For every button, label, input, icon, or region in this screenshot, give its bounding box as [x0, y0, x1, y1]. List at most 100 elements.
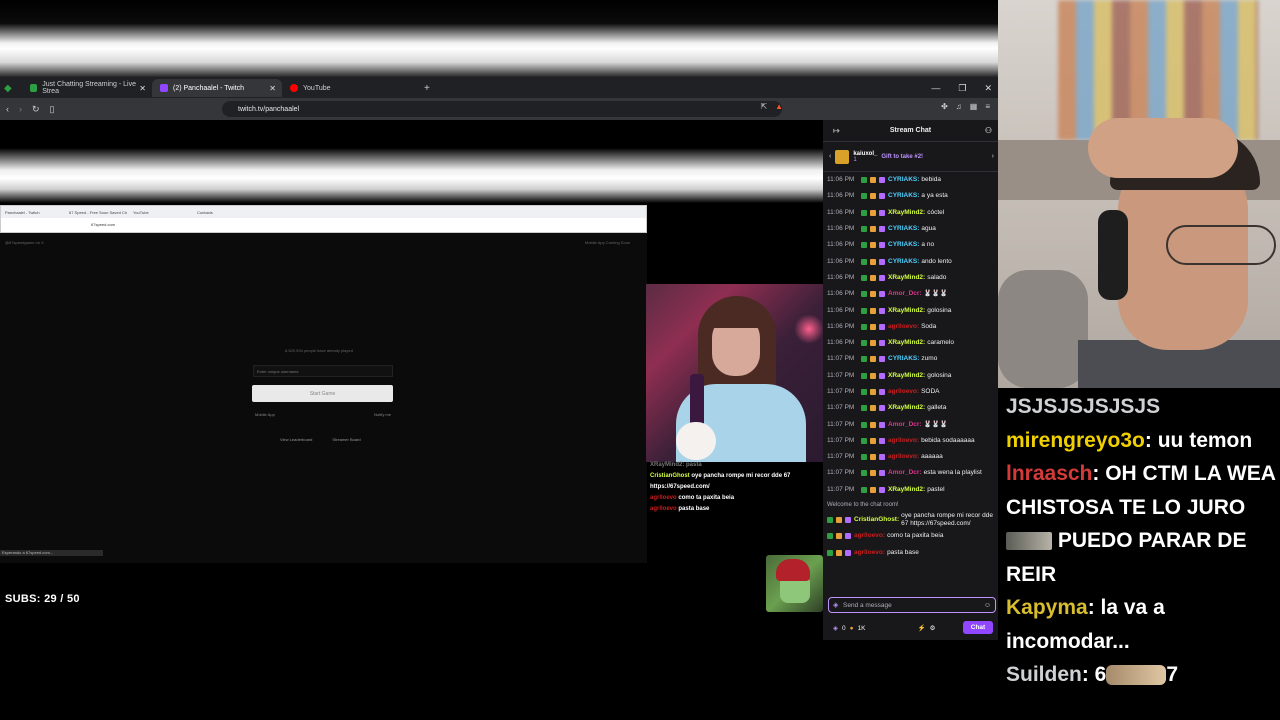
chat-message[interactable]: 11:06 PM XRayMind2: caramelo [827, 335, 994, 351]
chat-badge-icon[interactable] [879, 405, 885, 412]
back-icon[interactable]: ‹ [6, 104, 9, 114]
chat-badge-icon[interactable] [861, 177, 867, 184]
chat-badge-icon[interactable] [879, 274, 885, 281]
chat-badge-icon[interactable] [861, 274, 867, 281]
chat-badge-icon[interactable] [879, 307, 885, 314]
chat-badge-icon[interactable] [870, 258, 876, 265]
chat-message[interactable]: 11:06 PM CYRIAKS: bebida [827, 172, 994, 188]
chat-badge-icon[interactable] [861, 340, 867, 347]
chat-username[interactable]: agrlloevo: [888, 453, 919, 461]
chat-username[interactable]: CYRIAKS: [888, 225, 919, 233]
chat-badge-icon[interactable] [870, 356, 876, 363]
chat-send-button[interactable]: Chat [963, 621, 993, 634]
chat-badge-icon[interactable] [861, 226, 867, 233]
collapse-chat-icon[interactable]: ↦ [833, 126, 840, 135]
chat-badge-icon[interactable] [870, 437, 876, 444]
chat-message[interactable]: 11:06 PM CYRIAKS: ando lento [827, 253, 994, 269]
tab-youtube[interactable]: YouTube [282, 79, 412, 97]
chat-message[interactable]: 11:07 PM Amor_Dcr: esta wena la playlist [827, 465, 994, 481]
chat-badge-icon[interactable] [861, 258, 867, 265]
chat-badge-icon[interactable] [879, 177, 885, 184]
forward-icon[interactable]: › [19, 104, 22, 114]
close-window-icon[interactable]: ✕ [984, 83, 992, 94]
wallet-icon[interactable]: ▦ [970, 102, 978, 111]
chat-username[interactable]: Amor_Dcr: [888, 290, 922, 298]
chat-badge-icon[interactable] [870, 274, 876, 281]
chat-badge-icon[interactable] [861, 291, 867, 298]
pinned-gift-banner[interactable]: ‹ kaiuxol_ 1 Gift to take #2! › [823, 142, 998, 172]
chat-message[interactable]: 11:06 PM XRayMind2: salado [827, 270, 994, 286]
emote-icon[interactable]: ☺ [984, 602, 991, 609]
chat-badge-icon[interactable] [879, 323, 885, 330]
chat-badge-icon[interactable] [861, 242, 867, 249]
chat-username[interactable]: CristianGhost: [854, 516, 899, 524]
share-icon[interactable]: ⇱ [760, 102, 767, 111]
sidebar-icon[interactable]: ▯ [50, 104, 55, 115]
chat-username[interactable]: XRayMind2: [888, 274, 925, 282]
tab-just-chatting[interactable]: Just Chatting Streaming - Live Strea ✕ [22, 79, 152, 97]
menu-icon[interactable]: ≡ [985, 102, 990, 111]
chat-username[interactable]: Amor_Dcr: [888, 469, 922, 477]
chat-message[interactable]: 11:07 PM XRayMind2: galleta [827, 400, 994, 416]
chat-badge-icon[interactable] [879, 486, 885, 493]
chat-username[interactable]: agrlloevo: [854, 549, 885, 557]
chat-badge-icon[interactable] [879, 209, 885, 216]
chat-badge-icon[interactable] [870, 372, 876, 379]
chat-badge-icon[interactable] [870, 405, 876, 412]
chat-username[interactable]: agrlloevo: [888, 437, 919, 445]
chat-badge-icon[interactable] [870, 454, 876, 461]
chat-username[interactable]: agrlloevo: [888, 323, 919, 331]
chat-badge-icon[interactable] [870, 291, 876, 298]
chat-message[interactable]: 11:07 PM XRayMind2: golosina [827, 368, 994, 384]
chat-username[interactable]: XRayMind2: [888, 307, 925, 315]
bits-icon[interactable]: ◈ [833, 601, 838, 609]
chat-badge-icon[interactable] [879, 389, 885, 395]
chat-badge-icon[interactable] [879, 193, 885, 200]
chat-badge-icon[interactable] [879, 372, 885, 379]
chat-badge-icon[interactable] [870, 421, 876, 428]
chat-username[interactable]: CYRIAKS: [888, 192, 919, 200]
chat-badge-icon[interactable] [861, 405, 867, 412]
chat-badge-icon[interactable] [879, 421, 885, 428]
chat-message[interactable]: 11:07 PM agrlloevo: bebida sodaaaaaa [827, 433, 994, 449]
brave-icon[interactable]: ▲ [775, 102, 783, 111]
chat-badge-icon[interactable] [870, 209, 876, 216]
chat-message[interactable]: agrlloevo: pasta base [827, 545, 994, 561]
chat-badge-icon[interactable] [870, 226, 876, 233]
chat-username[interactable]: XRayMind2: [888, 372, 925, 380]
chat-badge-icon[interactable] [870, 177, 876, 184]
tab-twitch[interactable]: (2) Panchaalel - Twitch ✕ [152, 79, 282, 97]
chat-badge-icon[interactable] [845, 549, 851, 556]
chat-message[interactable]: 11:06 PM Amor_Dcr: 🐰🐰🐰 [827, 286, 994, 302]
reload-icon[interactable]: ↻ [32, 104, 40, 115]
chat-badge-icon[interactable] [845, 517, 851, 524]
chat-badge-icon[interactable] [879, 437, 885, 444]
chat-badge-icon[interactable] [870, 340, 876, 347]
chat-message[interactable]: agrlloevo: como ta paxita beia [827, 528, 994, 544]
chat-username[interactable]: Amor_Dcr: [888, 421, 922, 429]
chat-message[interactable]: 11:06 PM CYRIAKS: a ya esta [827, 188, 994, 204]
chat-badge-icon[interactable] [845, 533, 851, 540]
chat-message[interactable]: 11:07 PM Amor_Dcr: 🐰🐰🐰 [827, 416, 994, 432]
chat-badge-icon[interactable] [861, 470, 867, 477]
music-icon[interactable]: ♫ [956, 102, 962, 111]
chat-badge-icon[interactable] [879, 291, 885, 298]
chat-badge-icon[interactable] [861, 323, 867, 330]
chat-message[interactable]: 11:06 PM CYRIAKS: a no [827, 237, 994, 253]
chat-username[interactable]: XRayMind2: [888, 486, 925, 494]
extensions-icon[interactable]: ✤ [941, 102, 948, 111]
chat-username[interactable]: XRayMind2: [888, 404, 925, 412]
chat-username[interactable]: CYRIAKS: [888, 176, 919, 184]
close-icon[interactable]: ✕ [139, 84, 146, 93]
chat-badge-icon[interactable] [861, 372, 867, 379]
chat-badge-icon[interactable] [861, 437, 867, 444]
chat-username[interactable]: XRayMind2: [888, 209, 925, 217]
chat-message[interactable]: 11:07 PM agrlloevo: aaaaaa [827, 449, 994, 465]
chat-badge-icon[interactable] [870, 323, 876, 330]
chat-badge-icon[interactable] [879, 356, 885, 363]
chat-username[interactable]: agrlloevo: [854, 532, 885, 540]
chat-message[interactable]: 11:07 PM XRayMind2: pastel [827, 482, 994, 498]
power-icon[interactable]: ⚡ [918, 624, 926, 632]
extension-icon[interactable]: ◆ [0, 83, 22, 94]
chat-badge-icon[interactable] [861, 209, 867, 216]
